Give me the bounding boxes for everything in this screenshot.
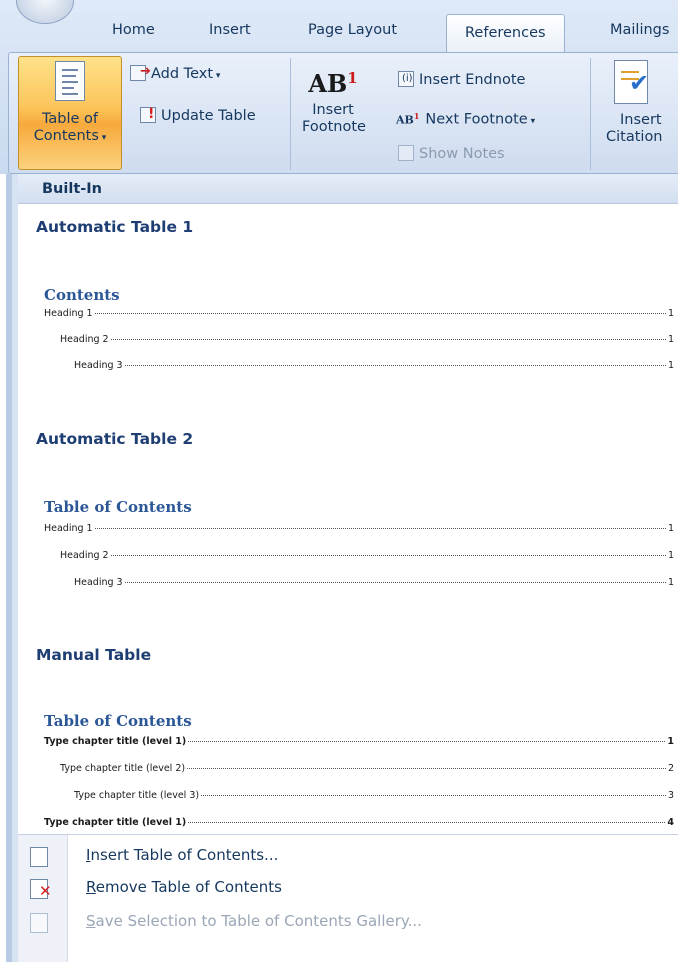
menu-item-label: Save Selection to Table of Contents Gall… (86, 912, 422, 930)
next-footnote-icon: AB1 (396, 111, 420, 127)
save-selection-to-gallery-command[interactable]: Save Selection to Table of Contents Gall… (18, 906, 678, 938)
toc-preview-heading[interactable]: Contents (44, 286, 120, 304)
toc-gallery-dropdown: Built-In Automatic Table 1 Contents Head… (6, 174, 678, 962)
toc-preview-entry[interactable]: Heading 31 (74, 577, 674, 591)
ribbon: Home Insert Page Layout References Maili… (0, 0, 678, 174)
menu-separator (18, 834, 678, 835)
remove-table-of-contents-command[interactable]: ✕ Remove Table of Contents (18, 872, 678, 904)
section-title-manual-table[interactable]: Manual Table (36, 646, 151, 664)
toc-preview-entry[interactable]: Type chapter title (level 2) 2 (60, 763, 674, 777)
show-notes-button[interactable]: Show Notes (398, 144, 505, 164)
insert-table-of-contents-command[interactable]: Insert Table of Contents... (18, 840, 678, 872)
insert-endnote-button[interactable]: (i) Insert Endnote (398, 70, 525, 90)
tab-page-layout[interactable]: Page Layout (308, 22, 397, 38)
group-separator (290, 58, 291, 170)
insert-endnote-icon: (i) (398, 71, 414, 87)
toc-preview-entry[interactable]: Heading 21 (60, 334, 674, 348)
section-title-automatic-table-2[interactable]: Automatic Table 2 (36, 430, 193, 448)
table-of-contents-icon (55, 61, 85, 101)
remove-toc-icon: ✕ (30, 879, 52, 899)
tab-insert[interactable]: Insert (209, 22, 251, 38)
insert-footnote-label-2: Footnote (302, 119, 366, 135)
toc-preview-entry[interactable]: Heading 11 (44, 523, 674, 537)
dropdown-arrow-icon: ▾ (98, 133, 107, 143)
update-table-icon: ! (140, 106, 156, 123)
toc-preview-heading[interactable]: Table of Contents (44, 712, 192, 730)
dropdown-arrow-icon: ▾ (527, 116, 536, 127)
update-table-button[interactable]: ! Update Table (140, 106, 256, 126)
menu-item-label: Remove Table of Contents (86, 878, 282, 896)
group-separator (590, 58, 591, 170)
insert-citation-label-1: Insert (620, 112, 662, 128)
toc-button-label-2: Contents ▾ (33, 128, 107, 144)
add-text-button[interactable]: ➔ Add Text ▾ (130, 64, 220, 84)
tab-mailings[interactable]: Mailings (610, 22, 669, 38)
toc-preview-entry[interactable]: Heading 11 (44, 308, 674, 322)
insert-footnote-icon: AB1 (308, 69, 358, 98)
built-in-header: Built-In (18, 174, 678, 204)
section-title-automatic-table-1[interactable]: Automatic Table 1 (36, 218, 193, 236)
insert-citation-label-2: Citation (606, 129, 663, 145)
toc-preview-entry[interactable]: Heading 21 (60, 550, 674, 564)
table-of-contents-button[interactable]: Table of Contents ▾ (18, 56, 122, 170)
add-text-icon: ➔ (130, 65, 151, 81)
toc-preview-entry[interactable]: Type chapter title (level 1) 4 (44, 817, 674, 831)
insert-toc-icon (30, 847, 48, 867)
insert-footnote-button[interactable]: AB1 Insert Footnote (302, 69, 366, 136)
insert-footnote-label-1: Insert (312, 102, 354, 118)
next-footnote-button[interactable]: AB1 Next Footnote ▾ (396, 106, 536, 128)
toc-button-label-1: Table of (41, 111, 99, 127)
ribbon-tabs: Home Insert Page Layout References Maili… (0, 14, 678, 56)
toc-preview-entry[interactable]: Type chapter title (level 1) 1 (44, 736, 674, 750)
dropdown-arrow-icon: ▾ (213, 71, 221, 81)
tab-home[interactable]: Home (112, 22, 155, 38)
insert-citation-icon: ✔ (614, 60, 649, 104)
toc-preview-heading[interactable]: Table of Contents (44, 498, 192, 516)
toc-preview-entry[interactable]: Type chapter title (level 3) 3 (74, 790, 674, 804)
menu-item-label: Insert Table of Contents... (86, 846, 279, 864)
show-notes-icon (398, 145, 414, 161)
insert-citation-button[interactable]: ✔ Insert Citation (600, 60, 678, 146)
save-selection-icon (30, 913, 48, 933)
tab-references[interactable]: References (446, 14, 565, 56)
toc-preview-entry[interactable]: Heading 31 (74, 360, 674, 374)
